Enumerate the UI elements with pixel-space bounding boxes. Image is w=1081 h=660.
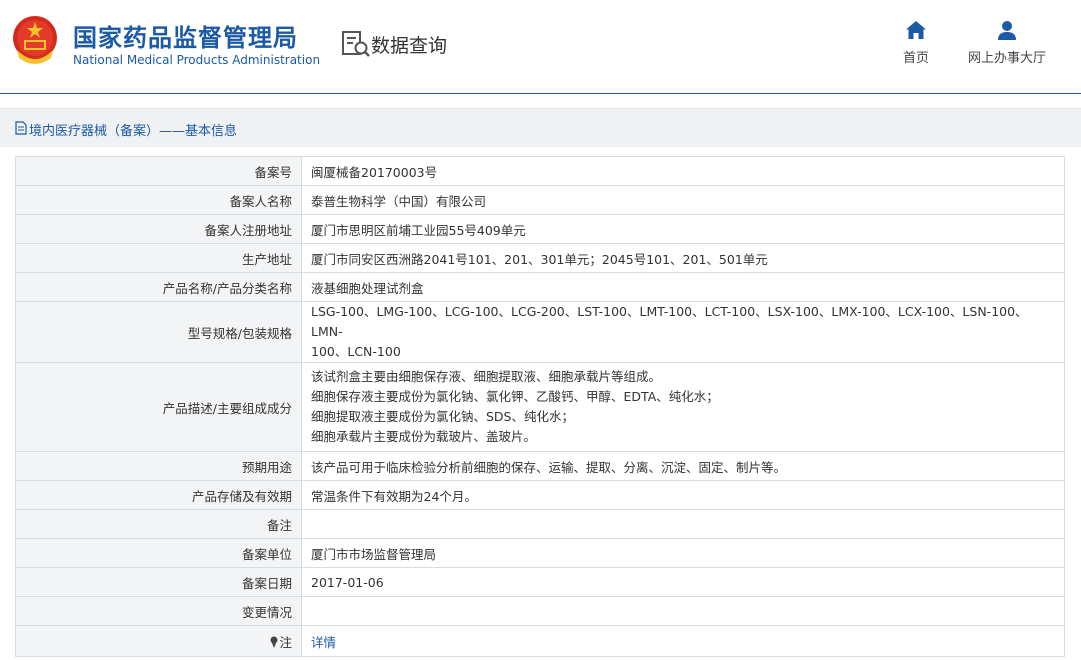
row-value-line: 细胞保存液主要成份为氯化钠、氯化钾、乙酸钙、甲醇、EDTA、纯化水； [311, 389, 719, 404]
row-value-line: LSG-100、LMG-100、LCG-100、LCG-200、LST-100、… [311, 304, 1028, 339]
row-label: 产品存储及有效期 [15, 480, 302, 510]
row-value: 该试剂盒主要由细胞保存液、细胞提取液、细胞承载片等组成。 细胞保存液主要成份为氯… [301, 362, 1065, 452]
row-value [301, 596, 1065, 626]
row-value [301, 509, 1065, 539]
row-value: 厦门市思明区前埔工业园55号409单元 [301, 214, 1065, 244]
header-divider [0, 93, 1081, 94]
site-header: 国家药品监督管理局 National Medical Products Admi… [0, 0, 1081, 92]
details-link[interactable]: 详情 [311, 635, 336, 650]
row-value: 该产品可用于临床检验分析前细胞的保存、运输、提取、分离、沉淀、固定、制片等。 [301, 451, 1065, 481]
home-icon [906, 21, 926, 39]
user-icon [998, 21, 1016, 40]
row-label: 型号规格/包装规格 [15, 301, 302, 363]
row-label: 变更情况 [15, 596, 302, 626]
row-value: 常温条件下有效期为24个月。 [301, 480, 1065, 510]
row-value: 2017-01-06 [301, 567, 1065, 597]
row-value: 详情 [301, 625, 1065, 657]
table-row: 备案人注册地址 厦门市思明区前埔工业园55号409单元 [15, 214, 1065, 244]
row-label: 备案人名称 [15, 185, 302, 215]
row-value-line: 该试剂盒主要由细胞保存液、细胞提取液、细胞承载片等组成。 [311, 369, 662, 384]
row-label: 产品名称/产品分类名称 [15, 272, 302, 302]
record-info-table: 备案号 闽厦械备20170003号 备案人名称 泰普生物科学（中国）有限公司 备… [15, 156, 1065, 657]
row-label: 产品描述/主要组成成分 [15, 362, 302, 452]
row-label: 注 [279, 634, 292, 650]
row-label: 预期用途 [15, 451, 302, 481]
table-row: 备注 [15, 509, 1065, 539]
row-label: 备案单位 [15, 538, 302, 568]
table-row: 备案日期 2017-01-06 [15, 567, 1065, 597]
org-name-en: National Medical Products Administration [73, 53, 321, 67]
row-label: 备案号 [15, 156, 302, 186]
nav-online-hall[interactable]: 网上办事大厅 [962, 20, 1052, 66]
row-label: 备注 [15, 509, 302, 539]
table-row: 备案号 闽厦械备20170003号 [15, 156, 1065, 186]
table-row: 产品名称/产品分类名称 液基细胞处理试剂盒 [15, 272, 1065, 302]
nav-home[interactable]: 首页 [896, 20, 936, 66]
row-value: 厦门市市场监督管理局 [301, 538, 1065, 568]
breadcrumb-text: 境内医疗器械（备案）——基本信息 [29, 124, 238, 139]
table-row: 产品存储及有效期 常温条件下有效期为24个月。 [15, 480, 1065, 510]
row-value: 厦门市同安区西洲路2041号101、201、301单元；2045号101、201… [301, 243, 1065, 273]
breadcrumb: 境内医疗器械（备案）——基本信息 [0, 108, 1081, 147]
table-row: 变更情况 [15, 596, 1065, 626]
table-row: 备案人名称 泰普生物科学（中国）有限公司 [15, 185, 1065, 215]
table-row: 注 详情 [15, 625, 1065, 657]
row-value-line: 细胞承载片主要成份为载玻片、盖玻片。 [311, 429, 537, 444]
data-query-icon [342, 31, 370, 57]
nav-home-label: 首页 [902, 51, 929, 66]
org-name-cn: 国家药品监督管理局 [73, 24, 298, 52]
row-label: 备案日期 [15, 567, 302, 597]
row-value: 泰普生物科学（中国）有限公司 [301, 185, 1065, 215]
table-row: 产品描述/主要组成成分 该试剂盒主要由细胞保存液、细胞提取液、细胞承载片等组成。… [15, 362, 1065, 452]
table-row: 型号规格/包装规格 LSG-100、LMG-100、LCG-100、LCG-20… [15, 301, 1065, 363]
row-label: 备案人注册地址 [15, 214, 302, 244]
table-row: 备案单位 厦门市市场监督管理局 [15, 538, 1065, 568]
data-query-title: 数据查询 [371, 35, 448, 57]
nav-online-hall-label: 网上办事大厅 [967, 51, 1046, 66]
table-row: 生产地址 厦门市同安区西洲路2041号101、201、301单元；2045号10… [15, 243, 1065, 273]
row-value-line: 细胞提取液主要成份为氯化钠、SDS、纯化水； [311, 409, 574, 424]
table-row: 预期用途 该产品可用于临床检验分析前细胞的保存、运输、提取、分离、沉淀、固定、制… [15, 451, 1065, 481]
row-value: 闽厦械备20170003号 [301, 156, 1065, 186]
row-value: LSG-100、LMG-100、LCG-100、LCG-200、LST-100、… [301, 301, 1065, 363]
national-emblem-icon [13, 16, 57, 64]
pin-icon [270, 636, 278, 648]
row-label: 生产地址 [15, 243, 302, 273]
document-icon [15, 121, 27, 135]
note-label-cell: 注 [15, 625, 302, 657]
row-value-line: 100、LCN-100 [311, 344, 401, 359]
row-value: 液基细胞处理试剂盒 [301, 272, 1065, 302]
